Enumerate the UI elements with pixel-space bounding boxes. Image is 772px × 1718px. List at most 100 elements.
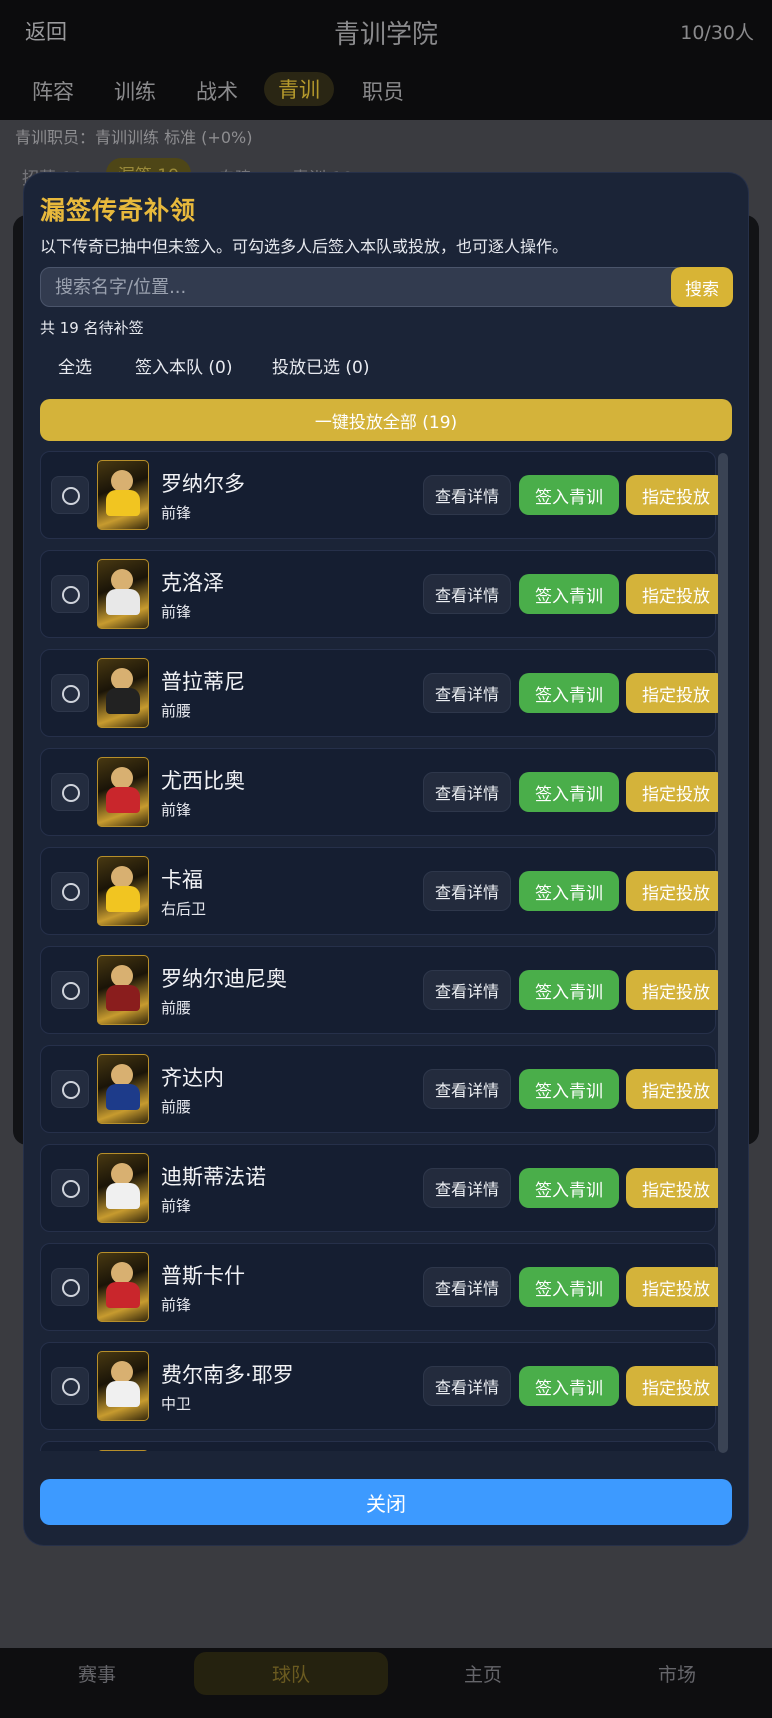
- row-checkbox[interactable]: [51, 476, 89, 514]
- player-position: 前腰: [161, 702, 192, 720]
- row-checkbox[interactable]: [51, 674, 89, 712]
- player-list[interactable]: 罗纳尔多 前锋 查看详情 签入青训 指定投放 克洛泽 前锋 查看详情 签入青训 指定投放 普拉蒂尼前…: [40, 451, 732, 1451]
- view-detail-button[interactable]: 查看详情: [423, 1366, 511, 1406]
- row-checkbox[interactable]: [51, 1070, 89, 1108]
- player-portrait-icon: [111, 767, 133, 789]
- player-kit-icon: [106, 1381, 140, 1407]
- tab-lineup[interactable]: 阵容: [32, 76, 74, 106]
- search-input[interactable]: [40, 267, 686, 307]
- row-checkbox[interactable]: [51, 575, 89, 613]
- release-all-button[interactable]: 一键投放全部 (19): [40, 399, 732, 441]
- player-portrait-icon: [111, 1064, 133, 1086]
- player-name: 克洛泽: [161, 571, 224, 595]
- row-checkbox[interactable]: [51, 971, 89, 1009]
- search-button[interactable]: 搜索: [671, 267, 733, 307]
- player-position: 中卫: [161, 1395, 192, 1413]
- row-checkbox[interactable]: [51, 1268, 89, 1306]
- bottom-nav-team[interactable]: 球队: [194, 1652, 389, 1695]
- player-portrait-icon: [111, 965, 133, 987]
- staff-info: 青训职员：青训训练 标准 (+0%): [15, 128, 253, 147]
- view-detail-button[interactable]: 查看详情: [423, 1267, 511, 1307]
- player-row: 尤西比奥 前锋 查看详情 签入青训 指定投放: [40, 748, 726, 836]
- view-detail-button[interactable]: 查看详情: [423, 970, 511, 1010]
- sign-youth-button[interactable]: 签入青训: [519, 871, 619, 911]
- assign-release-button[interactable]: 指定投放: [626, 673, 726, 713]
- player-kit-icon: [106, 985, 140, 1011]
- player-row: 普拉蒂尼 前腰 查看详情 签入青训 指定投放: [40, 649, 726, 737]
- player-card-image: [97, 1054, 149, 1124]
- bottom-nav-market[interactable]: 市场: [658, 1660, 696, 1687]
- assign-release-button[interactable]: 指定投放: [626, 772, 726, 812]
- tab-staff[interactable]: 职员: [362, 76, 404, 106]
- sign-selected-button[interactable]: 签入本队 (0): [135, 353, 232, 378]
- sign-youth-button[interactable]: 签入青训: [519, 970, 619, 1010]
- assign-release-button[interactable]: 指定投放: [626, 1069, 726, 1109]
- player-card-image: [97, 1153, 149, 1223]
- player-position: 右后卫: [161, 900, 207, 918]
- select-all-button[interactable]: 全选: [58, 353, 92, 378]
- close-button[interactable]: 关闭: [40, 1479, 732, 1525]
- player-name: 罗纳尔多: [161, 472, 245, 496]
- sign-youth-button[interactable]: 签入青训: [519, 1267, 619, 1307]
- player-row: 迪斯蒂法诺前锋 查看详情 签入青训 指定投放: [40, 1144, 726, 1232]
- player-kit-icon: [106, 688, 140, 714]
- bottom-nav-home[interactable]: 主页: [464, 1660, 502, 1687]
- player-position: 前锋: [161, 801, 192, 819]
- assign-release-button[interactable]: 指定投放: [626, 1267, 726, 1307]
- tab-training[interactable]: 训练: [114, 76, 156, 106]
- player-position: 前锋: [161, 603, 192, 621]
- player-portrait-icon: [111, 1262, 133, 1284]
- player-name: 齐达内: [161, 1066, 224, 1090]
- player-card-image: [97, 1450, 149, 1451]
- view-detail-button[interactable]: 查看详情: [423, 1069, 511, 1109]
- player-name: 普斯卡什: [161, 1264, 245, 1288]
- view-detail-button[interactable]: 查看详情: [423, 871, 511, 911]
- row-checkbox[interactable]: [51, 1367, 89, 1405]
- view-detail-button[interactable]: 查看详情: [423, 475, 511, 515]
- player-position: 前锋: [161, 1197, 192, 1215]
- view-detail-button[interactable]: 查看详情: [423, 673, 511, 713]
- release-selected-button[interactable]: 投放已选 (0): [272, 353, 369, 378]
- assign-release-button[interactable]: 指定投放: [626, 871, 726, 911]
- player-portrait-icon: [111, 470, 133, 492]
- row-checkbox[interactable]: [51, 1169, 89, 1207]
- dialog-title: 漏签传奇补领: [40, 196, 197, 225]
- sign-youth-button[interactable]: 签入青训: [519, 475, 619, 515]
- sign-youth-button[interactable]: 签入青训: [519, 1168, 619, 1208]
- view-detail-button[interactable]: 查看详情: [423, 574, 511, 614]
- squad-count: 10/30人: [680, 22, 754, 44]
- player-card-image: [97, 757, 149, 827]
- row-checkbox[interactable]: [51, 773, 89, 811]
- player-kit-icon: [106, 1183, 140, 1209]
- bottom-nav-matches[interactable]: 赛事: [78, 1660, 116, 1687]
- player-position: 前锋: [161, 1296, 192, 1314]
- assign-release-button[interactable]: 指定投放: [626, 574, 726, 614]
- tab-tactics[interactable]: 战术: [196, 76, 238, 106]
- player-position: 前腰: [161, 999, 192, 1017]
- player-kit-icon: [106, 787, 140, 813]
- player-portrait-icon: [111, 1163, 133, 1185]
- sign-youth-button[interactable]: 签入青训: [519, 673, 619, 713]
- row-checkbox[interactable]: [51, 872, 89, 910]
- player-kit-icon: [106, 886, 140, 912]
- view-detail-button[interactable]: 查看详情: [423, 1168, 511, 1208]
- list-scrollbar[interactable]: [718, 453, 728, 1453]
- sign-youth-button[interactable]: 签入青训: [519, 1069, 619, 1109]
- pending-count: 共 19 名待补签: [40, 319, 144, 337]
- missed-legends-dialog: 漏签传奇补领 以下传奇已抽中但未签入。可勾选多人后签入本队或投放，也可逐人操作。…: [24, 173, 748, 1545]
- player-row: 费尔南多·耶罗 中卫 查看详情 签入青训 指定投放: [40, 1342, 726, 1430]
- player-portrait-icon: [111, 569, 133, 591]
- view-detail-button[interactable]: 查看详情: [423, 772, 511, 812]
- player-name: 迪斯蒂法诺: [161, 1165, 266, 1189]
- sign-youth-button[interactable]: 签入青训: [519, 574, 619, 614]
- assign-release-button[interactable]: 指定投放: [626, 475, 726, 515]
- player-card-image: [97, 559, 149, 629]
- sign-youth-button[interactable]: 签入青训: [519, 1366, 619, 1406]
- assign-release-button[interactable]: 指定投放: [626, 970, 726, 1010]
- player-row: 齐达内 前腰 查看详情 签入青训 指定投放: [40, 1045, 726, 1133]
- assign-release-button[interactable]: 指定投放: [626, 1168, 726, 1208]
- assign-release-button[interactable]: 指定投放: [626, 1366, 726, 1406]
- player-portrait-icon: [111, 668, 133, 690]
- sign-youth-button[interactable]: 签入青训: [519, 772, 619, 812]
- tab-youth[interactable]: 青训: [264, 72, 334, 106]
